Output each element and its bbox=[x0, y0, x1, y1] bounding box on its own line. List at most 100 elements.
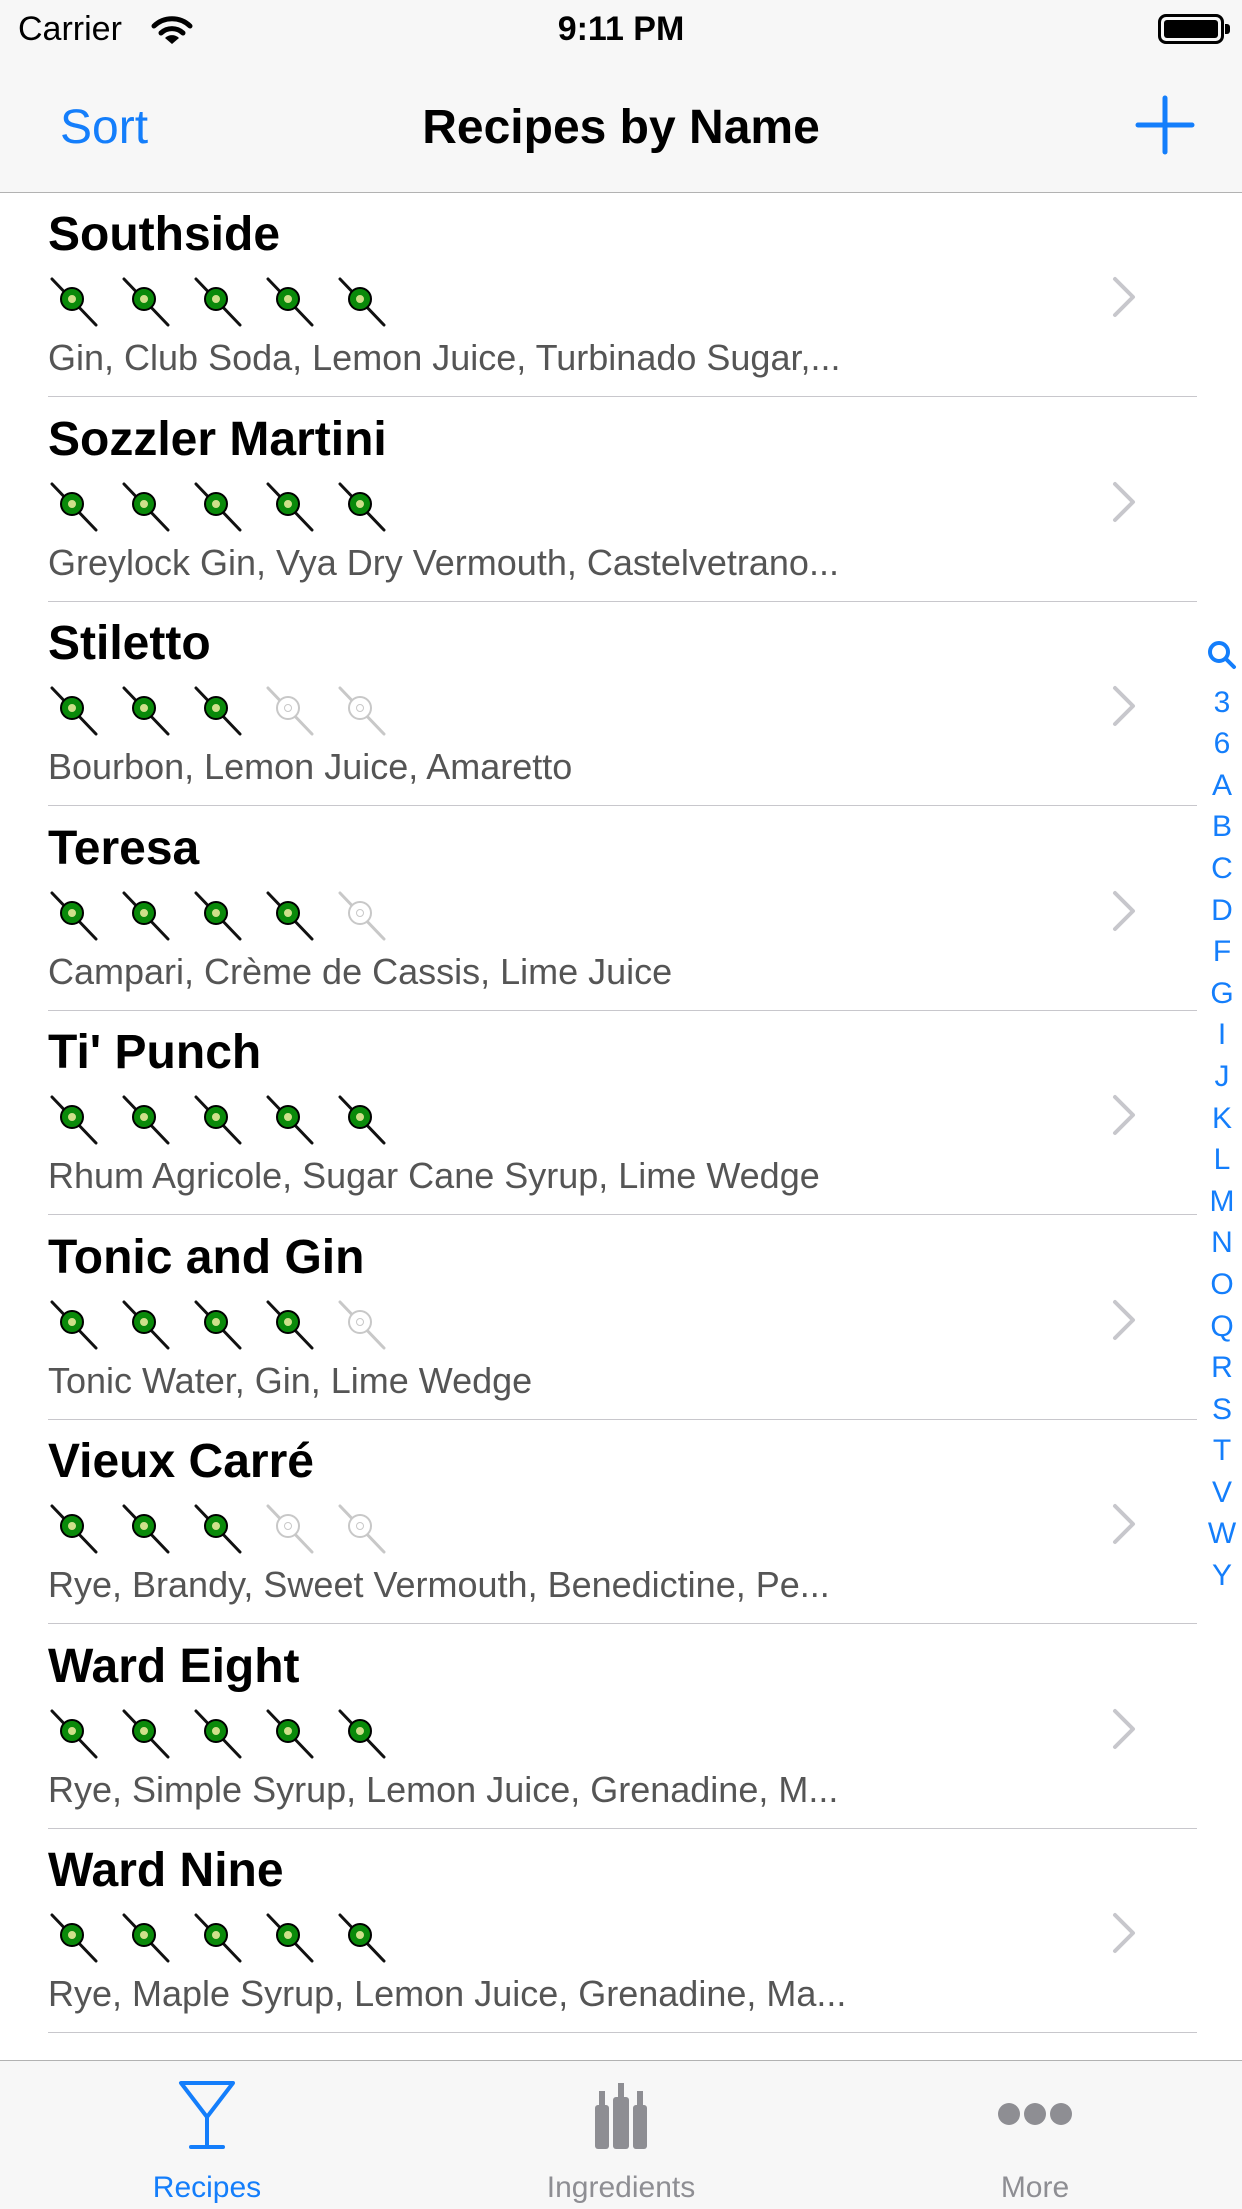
olive-filled-icon bbox=[264, 275, 318, 329]
section-index[interactable]: 36ABCDFGIJKLMNOQRSTVWY bbox=[1202, 640, 1242, 1597]
index-letter[interactable]: S bbox=[1202, 1389, 1242, 1431]
olive-filled-icon bbox=[120, 1911, 174, 1965]
recipe-row[interactable]: Southside Gin, Club Soda, Lemon Juice, Tu… bbox=[0, 193, 1242, 397]
olive-filled-icon bbox=[120, 1707, 174, 1761]
chevron-right-icon bbox=[1110, 1911, 1138, 1960]
bottles-icon bbox=[591, 2079, 651, 2158]
navigation-bar: Sort Recipes by Name bbox=[0, 60, 1242, 193]
olive-filled-icon bbox=[192, 1707, 246, 1761]
olive-filled-icon bbox=[48, 1502, 102, 1556]
chevron-right-icon bbox=[1110, 1298, 1138, 1347]
olive-filled-icon bbox=[120, 684, 174, 738]
recipe-ingredients: Rye, Simple Syrup, Lemon Juice, Grenadin… bbox=[48, 1768, 839, 1810]
recipe-name: Vieux Carré bbox=[48, 1435, 314, 1488]
tab-label: Ingredients bbox=[546, 2171, 696, 2204]
index-letter[interactable]: 3 bbox=[1202, 682, 1242, 724]
status-bar: Carrier 9:11 PM bbox=[0, 0, 1242, 60]
recipe-ingredients: Bourbon, Lemon Juice, Amaretto bbox=[48, 746, 573, 787]
recipe-name: Ti' Punch bbox=[48, 1026, 262, 1079]
index-letter[interactable]: R bbox=[1202, 1347, 1242, 1389]
index-letter[interactable]: K bbox=[1202, 1098, 1242, 1140]
olive-filled-icon bbox=[48, 684, 102, 738]
olive-filled-icon bbox=[336, 1911, 390, 1965]
index-letter[interactable]: F bbox=[1202, 931, 1242, 973]
recipe-row[interactable]: Tonic and Gin Tonic Water, Gin, Lime Wedg… bbox=[0, 1216, 1242, 1420]
plus-icon[interactable] bbox=[1134, 94, 1196, 156]
tab-label: Recipes bbox=[152, 2171, 262, 2204]
olive-filled-icon bbox=[192, 889, 246, 943]
index-letter[interactable]: O bbox=[1202, 1264, 1242, 1306]
chevron-right-icon bbox=[1110, 1502, 1138, 1551]
recipe-name: Teresa bbox=[48, 821, 200, 875]
recipe-row[interactable]: Ward Nine Rye, Maple Syrup, Lemon Juice, … bbox=[0, 1829, 1242, 2033]
recipe-name: Southside bbox=[48, 208, 281, 261]
tab-ingredients[interactable]: Ingredients bbox=[414, 2061, 828, 2209]
index-letter[interactable]: W bbox=[1202, 1513, 1242, 1555]
olive-filled-icon bbox=[264, 1911, 318, 1965]
index-letter[interactable]: Y bbox=[1202, 1555, 1242, 1597]
olive-filled-icon bbox=[336, 1707, 390, 1761]
index-letter[interactable]: Q bbox=[1202, 1306, 1242, 1348]
olive-empty-icon bbox=[264, 684, 318, 738]
olive-filled-icon bbox=[48, 480, 102, 534]
status-time: 9:11 PM bbox=[557, 10, 685, 48]
index-letter[interactable]: T bbox=[1202, 1430, 1242, 1472]
index-letter[interactable]: I bbox=[1202, 1014, 1242, 1056]
index-letter[interactable]: 6 bbox=[1202, 723, 1242, 765]
index-letter[interactable]: C bbox=[1202, 848, 1242, 890]
olive-filled-icon bbox=[192, 1502, 246, 1556]
index-letter[interactable]: B bbox=[1202, 806, 1242, 848]
index-letter[interactable]: L bbox=[1202, 1139, 1242, 1181]
recipe-row[interactable]: Ward Eight Rye, Simple Syrup, Lemon Juice… bbox=[0, 1625, 1242, 1829]
recipe-ingredients: Greylock Gin, Vya Dry Vermouth, Castelve… bbox=[48, 541, 839, 583]
olive-filled-icon bbox=[48, 889, 102, 943]
olive-filled-icon bbox=[336, 1093, 390, 1147]
page-title: Recipes by Name bbox=[422, 101, 820, 154]
recipe-row[interactable]: Ti' Punch Rhum Agricole, Sugar Cane Syrup… bbox=[0, 1011, 1242, 1215]
recipe-row[interactable]: Teresa Campari, Crème de Cassis, Lime Jui… bbox=[0, 807, 1242, 1011]
recipe-name: Tonic and Gin bbox=[48, 1230, 365, 1284]
olive-filled-icon bbox=[192, 480, 246, 534]
index-letter[interactable]: V bbox=[1202, 1472, 1242, 1514]
row-separator bbox=[48, 2032, 1197, 2033]
olive-filled-icon bbox=[192, 1093, 246, 1147]
battery-fill bbox=[1164, 20, 1218, 38]
index-letter[interactable]: J bbox=[1202, 1056, 1242, 1098]
recipe-name: Sozzler Martini bbox=[48, 412, 387, 466]
olive-filled-icon bbox=[48, 275, 102, 329]
tab-recipes[interactable]: Recipes bbox=[0, 2061, 414, 2209]
olive-empty-icon bbox=[336, 1502, 390, 1556]
index-letter[interactable]: D bbox=[1202, 890, 1242, 932]
recipe-row[interactable]: Stiletto Bourbon, Lemon Juice, Amaretto bbox=[0, 602, 1242, 806]
olive-filled-icon bbox=[120, 1298, 174, 1352]
tab-more[interactable]: More bbox=[828, 2061, 1242, 2209]
recipe-name: Ward Eight bbox=[48, 1639, 300, 1693]
olive-filled-icon bbox=[264, 480, 318, 534]
index-letter[interactable]: N bbox=[1202, 1222, 1242, 1264]
cocktail-glass-icon bbox=[177, 2079, 237, 2158]
index-letter[interactable]: A bbox=[1202, 765, 1242, 807]
olive-filled-icon bbox=[192, 1911, 246, 1965]
recipe-name: Ward Nine bbox=[48, 1844, 284, 1897]
olive-filled-icon bbox=[120, 275, 174, 329]
recipe-ingredients: Campari, Crème de Cassis, Lime Juice bbox=[48, 950, 673, 992]
chevron-right-icon bbox=[1110, 889, 1138, 938]
olive-empty-icon bbox=[336, 1298, 390, 1352]
chevron-right-icon bbox=[1110, 480, 1138, 529]
olive-filled-icon bbox=[120, 1093, 174, 1147]
olive-empty-icon bbox=[264, 1502, 318, 1556]
battery-icon bbox=[1158, 14, 1230, 44]
recipe-list[interactable]: Southside Gin, Club Soda, Lemon Juice, Tu… bbox=[0, 193, 1242, 2061]
olive-filled-icon bbox=[336, 275, 390, 329]
recipe-ingredients: Rye, Brandy, Sweet Vermouth, Benedictine… bbox=[48, 1564, 830, 1605]
index-letter[interactable]: G bbox=[1202, 973, 1242, 1015]
olive-empty-icon bbox=[336, 889, 390, 943]
olive-filled-icon bbox=[336, 480, 390, 534]
olive-filled-icon bbox=[120, 480, 174, 534]
recipe-row[interactable]: Vieux Carré Rye, Brandy, Sweet Vermouth, … bbox=[0, 1420, 1242, 1624]
chevron-right-icon bbox=[1110, 1093, 1138, 1142]
search-icon[interactable] bbox=[1202, 640, 1242, 682]
recipe-row[interactable]: Sozzler Martini Greylock Gin, Vya Dry Ver… bbox=[0, 398, 1242, 602]
index-letter[interactable]: M bbox=[1202, 1181, 1242, 1223]
olive-filled-icon bbox=[192, 1298, 246, 1352]
